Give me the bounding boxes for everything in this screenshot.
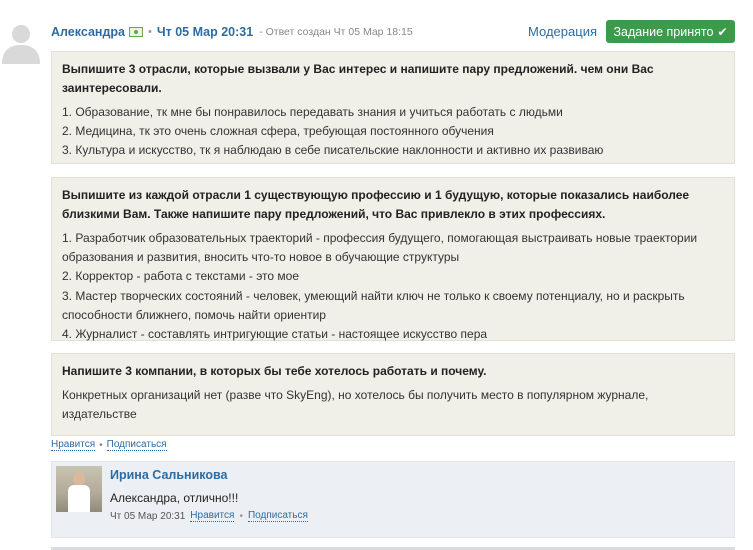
question-text: Выпишите из каждой отрасли 1 существующу… [62, 188, 690, 221]
avatar[interactable] [56, 466, 102, 512]
answer-line: 4. Журналист - составлять интригующие ст… [62, 327, 488, 342]
answer-line: 2. Корректор - работа с текстами - это м… [62, 269, 300, 284]
default-user-icon [0, 22, 42, 64]
answer-line: Конкретных организаций нет (разве что Sk… [62, 388, 649, 422]
comment-date: Чт 05 Мар 20:31 [110, 510, 186, 522]
task-accepted-label: Задание принято [613, 24, 714, 39]
created-text: Ответ создан Чт 05 Мар 18:15 [265, 26, 413, 38]
answer-line: 3. Культура и искусство, тк я наблюдаю в… [62, 143, 604, 158]
answer-line: 2. Медицина, тк это очень сложная сфера,… [62, 124, 494, 139]
question-text: Выпишите 3 отрасли, которые вызвали у Ва… [62, 62, 654, 95]
separator-dot: • [99, 439, 103, 451]
check-icon: ✔ [717, 24, 728, 39]
answer-line: 1. Разработчик образовательных траектори… [62, 231, 698, 265]
post-date: Чт 05 Мар 20:31 [156, 25, 254, 39]
separator-dot: • [147, 26, 152, 38]
question-block-2: Выпишите из каждой отрасли 1 существующу… [51, 177, 735, 341]
moderation-link[interactable]: Модерация [528, 24, 597, 39]
like-link[interactable]: Нравится [190, 510, 235, 522]
question-text: Напишите 3 компании, в которых бы тебе х… [62, 364, 487, 378]
comment-actions: Чт 05 Мар 20:31 Нравится • Подписаться [110, 510, 308, 522]
question-block-1: Выпишите 3 отрасли, которые вызвали у Ва… [51, 51, 735, 164]
separator-dot: • [239, 510, 243, 522]
money-icon [128, 27, 143, 37]
comment: Ирина Сальникова Александра, отлично!!! … [51, 461, 735, 538]
post-header: Александра • Чт 05 Мар 20:31 - Ответ соз… [51, 20, 735, 44]
comment-text: Александра, отлично!!! [110, 491, 239, 505]
created-info: - Ответ создан Чт 05 Мар 18:15 [259, 26, 413, 38]
created-separator: - [259, 26, 263, 38]
author-link[interactable]: Александра [51, 25, 125, 39]
task-accepted-button[interactable]: Задание принято ✔ [606, 20, 735, 43]
answer-line: 3. Мастер творческих состояний - человек… [62, 288, 685, 322]
like-link[interactable]: Нравится [51, 439, 96, 451]
answer-line: 1. Образование, тк мне бы понравилось пе… [62, 105, 563, 119]
subscribe-link[interactable]: Подписаться [247, 510, 308, 522]
question-block-3: Напишите 3 компании, в которых бы тебе х… [51, 353, 735, 436]
subscribe-link[interactable]: Подписаться [106, 439, 167, 451]
comment-author-link[interactable]: Ирина Сальникова [110, 468, 227, 482]
post-actions: Нравится • Подписаться [51, 439, 167, 451]
